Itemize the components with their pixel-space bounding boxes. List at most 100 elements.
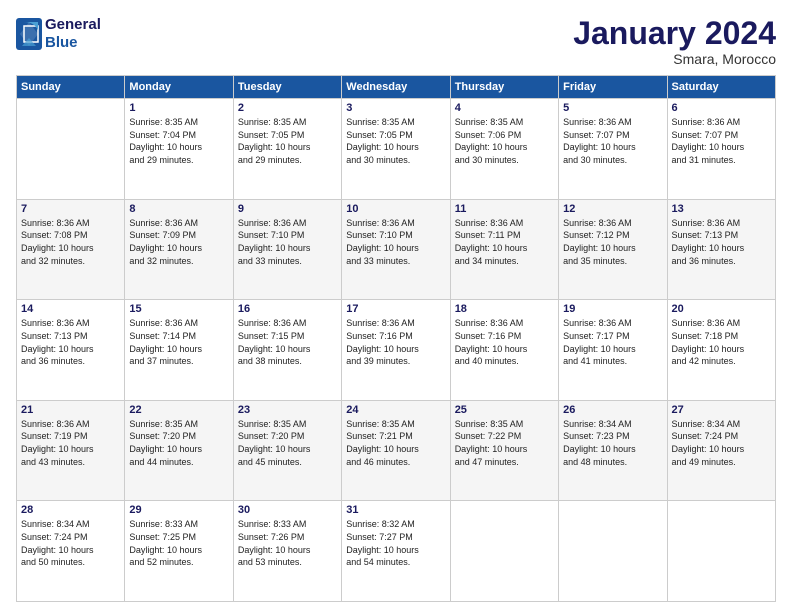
day-number: 23 <box>238 404 337 416</box>
day-info: Sunrise: 8:32 AM Sunset: 7:27 PM Dayligh… <box>346 518 445 568</box>
day-number: 31 <box>346 504 445 516</box>
day-number: 17 <box>346 303 445 315</box>
weekday-header-monday: Monday <box>125 76 233 99</box>
calendar-subtitle: Smara, Morocco <box>573 51 776 67</box>
day-info: Sunrise: 8:35 AM Sunset: 7:04 PM Dayligh… <box>129 116 228 166</box>
logo-icon <box>16 18 42 50</box>
day-number: 3 <box>346 102 445 114</box>
day-number: 1 <box>129 102 228 114</box>
calendar-cell: 26 Sunrise: 8:34 AM Sunset: 7:23 PM Dayli… <box>559 400 667 501</box>
day-number: 2 <box>238 102 337 114</box>
weekday-header-friday: Friday <box>559 76 667 99</box>
day-number: 24 <box>346 404 445 416</box>
weekday-header-thursday: Thursday <box>450 76 558 99</box>
weekday-header-wednesday: Wednesday <box>342 76 450 99</box>
weekday-header-sunday: Sunday <box>17 76 125 99</box>
calendar-page: General Blue January 2024 Smara, Morocco… <box>0 0 792 612</box>
title-block: January 2024 Smara, Morocco <box>573 16 776 67</box>
calendar-cell: 8 Sunrise: 8:36 AM Sunset: 7:09 PM Daylig… <box>125 199 233 300</box>
calendar-cell: 19 Sunrise: 8:36 AM Sunset: 7:17 PM Dayli… <box>559 300 667 401</box>
calendar-cell: 17Sunrise: 8:36 AM Sunset: 7:16 PM Dayli… <box>342 300 450 401</box>
day-number: 9 <box>238 203 337 215</box>
day-info: Sunrise: 8:35 AM Sunset: 7:21 PM Dayligh… <box>346 418 445 468</box>
weekday-header-row: SundayMondayTuesdayWednesdayThursdayFrid… <box>17 76 776 99</box>
day-info: Sunrise: 8:36 AM Sunset: 7:13 PM Dayligh… <box>672 217 771 267</box>
day-number: 27 <box>672 404 771 416</box>
day-info: Sunrise: 8:36 AM Sunset: 7:15 PM Dayligh… <box>238 317 337 367</box>
calendar-cell: 1 Sunrise: 8:35 AM Sunset: 7:04 PM Daylig… <box>125 99 233 200</box>
day-info: Sunrise: 8:35 AM Sunset: 7:06 PM Dayligh… <box>455 116 554 166</box>
calendar-cell: 3Sunrise: 8:35 AM Sunset: 7:05 PM Daylig… <box>342 99 450 200</box>
day-info: Sunrise: 8:36 AM Sunset: 7:16 PM Dayligh… <box>455 317 554 367</box>
day-info: Sunrise: 8:33 AM Sunset: 7:26 PM Dayligh… <box>238 518 337 568</box>
calendar-cell: 11Sunrise: 8:36 AM Sunset: 7:11 PM Dayli… <box>450 199 558 300</box>
day-info: Sunrise: 8:36 AM Sunset: 7:11 PM Dayligh… <box>455 217 554 267</box>
day-number: 13 <box>672 203 771 215</box>
calendar-cell: 24 Sunrise: 8:35 AM Sunset: 7:21 PM Dayli… <box>342 400 450 501</box>
day-number: 10 <box>346 203 445 215</box>
day-info: Sunrise: 8:36 AM Sunset: 7:10 PM Dayligh… <box>238 217 337 267</box>
calendar-cell: 6Sunrise: 8:36 AM Sunset: 7:07 PM Daylig… <box>667 99 775 200</box>
day-info: Sunrise: 8:36 AM Sunset: 7:08 PM Dayligh… <box>21 217 120 267</box>
calendar-cell: 5Sunrise: 8:36 AM Sunset: 7:07 PM Daylig… <box>559 99 667 200</box>
calendar-cell: 13 Sunrise: 8:36 AM Sunset: 7:13 PM Dayli… <box>667 199 775 300</box>
day-info: Sunrise: 8:34 AM Sunset: 7:23 PM Dayligh… <box>563 418 662 468</box>
calendar-table: SundayMondayTuesdayWednesdayThursdayFrid… <box>16 75 776 602</box>
week-row-4: 21Sunrise: 8:36 AM Sunset: 7:19 PM Dayli… <box>17 400 776 501</box>
calendar-cell <box>559 501 667 602</box>
logo: General Blue <box>16 16 101 52</box>
day-number: 29 <box>129 504 228 516</box>
calendar-cell: 30 Sunrise: 8:33 AM Sunset: 7:26 PM Dayli… <box>233 501 341 602</box>
calendar-cell: 10 Sunrise: 8:36 AM Sunset: 7:10 PM Dayli… <box>342 199 450 300</box>
day-info: Sunrise: 8:36 AM Sunset: 7:13 PM Dayligh… <box>21 317 120 367</box>
day-number: 18 <box>455 303 554 315</box>
week-row-1: 1 Sunrise: 8:35 AM Sunset: 7:04 PM Daylig… <box>17 99 776 200</box>
calendar-cell: 21Sunrise: 8:36 AM Sunset: 7:19 PM Dayli… <box>17 400 125 501</box>
calendar-cell: 28Sunrise: 8:34 AM Sunset: 7:24 PM Dayli… <box>17 501 125 602</box>
day-info: Sunrise: 8:35 AM Sunset: 7:20 PM Dayligh… <box>238 418 337 468</box>
calendar-cell: 20Sunrise: 8:36 AM Sunset: 7:18 PM Dayli… <box>667 300 775 401</box>
day-info: Sunrise: 8:33 AM Sunset: 7:25 PM Dayligh… <box>129 518 228 568</box>
day-number: 8 <box>129 203 228 215</box>
calendar-cell: 31 Sunrise: 8:32 AM Sunset: 7:27 PM Dayli… <box>342 501 450 602</box>
day-number: 19 <box>563 303 662 315</box>
calendar-cell: 12Sunrise: 8:36 AM Sunset: 7:12 PM Dayli… <box>559 199 667 300</box>
day-number: 20 <box>672 303 771 315</box>
calendar-cell <box>450 501 558 602</box>
calendar-cell: 9 Sunrise: 8:36 AM Sunset: 7:10 PM Daylig… <box>233 199 341 300</box>
day-info: Sunrise: 8:35 AM Sunset: 7:22 PM Dayligh… <box>455 418 554 468</box>
day-number: 25 <box>455 404 554 416</box>
day-number: 6 <box>672 102 771 114</box>
week-row-2: 7 Sunrise: 8:36 AM Sunset: 7:08 PM Daylig… <box>17 199 776 300</box>
day-number: 30 <box>238 504 337 516</box>
day-info: Sunrise: 8:35 AM Sunset: 7:20 PM Dayligh… <box>129 418 228 468</box>
calendar-cell: 15Sunrise: 8:36 AM Sunset: 7:14 PM Dayli… <box>125 300 233 401</box>
calendar-cell: 23 Sunrise: 8:35 AM Sunset: 7:20 PM Dayli… <box>233 400 341 501</box>
calendar-cell: 16 Sunrise: 8:36 AM Sunset: 7:15 PM Dayli… <box>233 300 341 401</box>
day-number: 12 <box>563 203 662 215</box>
calendar-cell: 22 Sunrise: 8:35 AM Sunset: 7:20 PM Dayli… <box>125 400 233 501</box>
day-number: 21 <box>21 404 120 416</box>
day-info: Sunrise: 8:34 AM Sunset: 7:24 PM Dayligh… <box>672 418 771 468</box>
day-number: 14 <box>21 303 120 315</box>
calendar-cell: 29 Sunrise: 8:33 AM Sunset: 7:25 PM Dayli… <box>125 501 233 602</box>
day-info: Sunrise: 8:36 AM Sunset: 7:17 PM Dayligh… <box>563 317 662 367</box>
day-number: 26 <box>563 404 662 416</box>
calendar-cell <box>667 501 775 602</box>
calendar-cell: 7 Sunrise: 8:36 AM Sunset: 7:08 PM Daylig… <box>17 199 125 300</box>
day-number: 22 <box>129 404 228 416</box>
week-row-3: 14 Sunrise: 8:36 AM Sunset: 7:13 PM Dayli… <box>17 300 776 401</box>
calendar-title: January 2024 <box>573 16 776 51</box>
calendar-cell: 2Sunrise: 8:35 AM Sunset: 7:05 PM Daylig… <box>233 99 341 200</box>
day-info: Sunrise: 8:36 AM Sunset: 7:14 PM Dayligh… <box>129 317 228 367</box>
calendar-cell: 25 Sunrise: 8:35 AM Sunset: 7:22 PM Dayli… <box>450 400 558 501</box>
day-info: Sunrise: 8:36 AM Sunset: 7:10 PM Dayligh… <box>346 217 445 267</box>
weekday-header-saturday: Saturday <box>667 76 775 99</box>
week-row-5: 28Sunrise: 8:34 AM Sunset: 7:24 PM Dayli… <box>17 501 776 602</box>
day-info: Sunrise: 8:36 AM Sunset: 7:09 PM Dayligh… <box>129 217 228 267</box>
day-info: Sunrise: 8:34 AM Sunset: 7:24 PM Dayligh… <box>21 518 120 568</box>
calendar-cell: 14 Sunrise: 8:36 AM Sunset: 7:13 PM Dayli… <box>17 300 125 401</box>
day-number: 7 <box>21 203 120 215</box>
day-number: 16 <box>238 303 337 315</box>
day-number: 4 <box>455 102 554 114</box>
